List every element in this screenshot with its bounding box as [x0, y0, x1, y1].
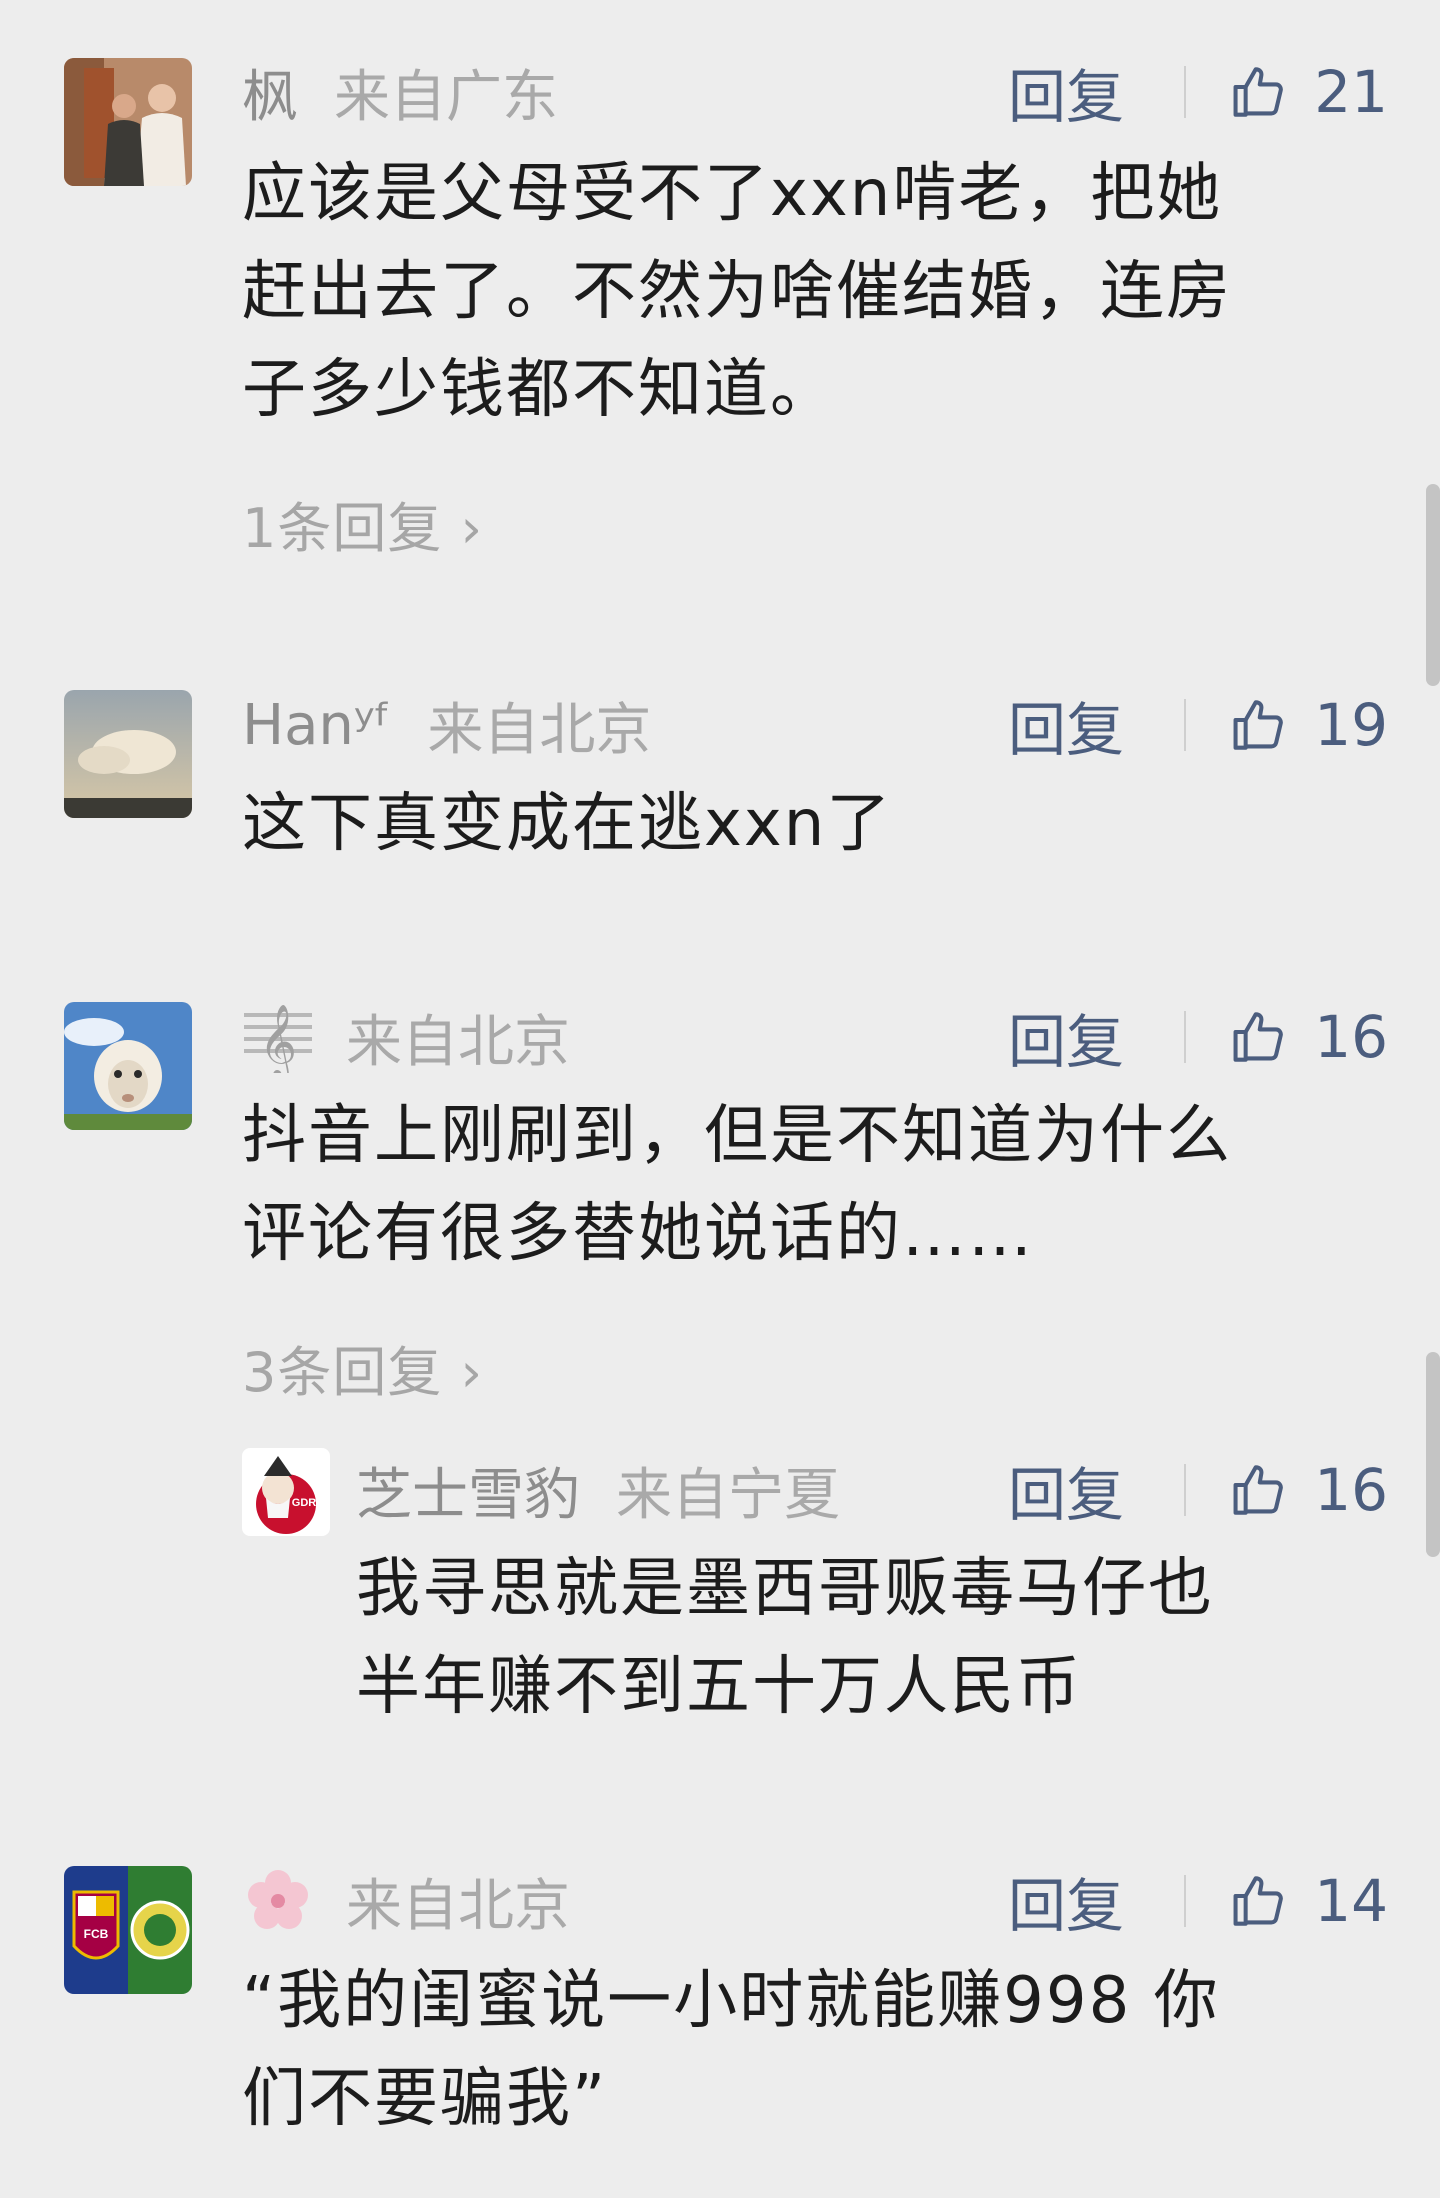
like-count: 19	[1314, 691, 1388, 759]
divider	[1183, 699, 1186, 751]
sheep-avatar-icon	[64, 1002, 192, 1130]
commenter-location: 来自宁夏	[616, 1462, 840, 1528]
like-count: 21	[1314, 58, 1388, 126]
comment-text: 抖音上刚刷到，但是不知道为什么 评论有很多替她说话的……	[242, 1099, 1232, 1271]
football-badges-avatar-icon: FCB	[64, 1866, 192, 1994]
comment-text: 这下真变成在逃xxn了	[242, 787, 893, 861]
commenter-location: 来自北京	[346, 1873, 570, 1939]
commenter-location: 来自北京	[346, 1009, 570, 1075]
thumbs-up-icon[interactable]	[1228, 1005, 1289, 1069]
comment-text: “我的闺蜜说一小时就能赚998 你 们不要骗我”	[242, 1964, 1220, 2136]
reply-button[interactable]: 回复	[1008, 50, 1150, 134]
avatar[interactable]	[64, 58, 192, 186]
like-count: 16	[1314, 1456, 1388, 1524]
svg-text:𝄞: 𝄞	[259, 1005, 297, 1073]
commenter-name[interactable]: 芝士雪豹	[356, 1450, 580, 1531]
commenter-location: 来自北京	[427, 697, 652, 763]
thumbs-up-icon[interactable]	[1228, 60, 1289, 124]
reply-button[interactable]: 回复	[1008, 1859, 1150, 1943]
thumbs-up-icon[interactable]	[1228, 693, 1289, 757]
svg-text:FCB: FCB	[84, 1927, 109, 1941]
thumbs-up-icon[interactable]	[1228, 1458, 1289, 1522]
commenter-name[interactable]: Hanʸᶠ	[242, 693, 391, 758]
comment-text: 我寻思就是墨西哥贩毒马仔也 半年赚不到五十万人民币	[356, 1552, 1214, 1724]
couple-photo-avatar-icon	[64, 58, 192, 186]
scrollbar-thumb[interactable]	[1426, 484, 1440, 686]
commenter-location: 来自广东	[334, 64, 558, 130]
reply-button[interactable]: 回复	[1008, 995, 1150, 1079]
divider	[1183, 1011, 1186, 1063]
reply-button[interactable]: 回复	[1008, 683, 1150, 767]
treble-clef-icon: 𝄞	[242, 1001, 314, 1073]
avatar[interactable]	[64, 690, 192, 818]
scrollbar-thumb[interactable]	[1426, 1352, 1440, 1557]
colonel-gdr-avatar-icon: GDR	[242, 1448, 330, 1536]
thumbs-up-icon[interactable]	[1228, 1869, 1289, 1933]
svg-text:GDR: GDR	[292, 1497, 317, 1509]
view-replies-link[interactable]: 3条回复 ›	[242, 1328, 483, 1407]
like-count: 14	[1314, 1867, 1388, 1935]
commenter-name[interactable]: 枫	[242, 52, 298, 133]
comment-list: 枫 来自广东 回复 21 应该是父母受不了xxn啃老，把她 赶出去了。不然为啥催…	[0, 0, 1440, 2198]
avatar[interactable]: FCB	[64, 1866, 192, 1994]
avatar[interactable]	[64, 1002, 192, 1130]
view-replies-link[interactable]: 1条回复 ›	[242, 484, 483, 563]
sky-clouds-avatar-icon	[64, 690, 192, 818]
avatar[interactable]: GDR	[242, 1448, 330, 1536]
divider	[1183, 66, 1186, 118]
like-count: 16	[1314, 1003, 1388, 1071]
comment-text: 应该是父母受不了xxn啃老，把她 赶出去了。不然为啥催结婚，连房 子多少钱都不知…	[242, 157, 1232, 427]
cherry-blossom-icon	[242, 1865, 314, 1937]
divider	[1183, 1875, 1186, 1927]
divider	[1183, 1464, 1186, 1516]
reply-button[interactable]: 回复	[1008, 1448, 1150, 1532]
